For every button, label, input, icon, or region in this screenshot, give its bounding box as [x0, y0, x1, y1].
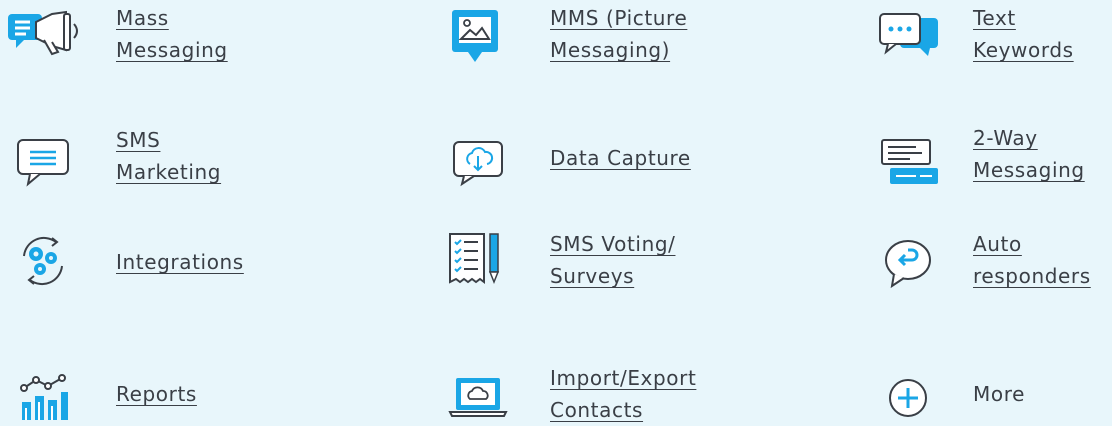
- chat-bubbles-icon: [879, 13, 938, 56]
- message-bubble-icon: [17, 139, 69, 187]
- megaphone-icon: [8, 10, 78, 56]
- cloud-download-bubble-icon: [453, 141, 503, 187]
- feature-label: MMS (Picture Messaging): [550, 6, 688, 62]
- picture-message-icon: [452, 10, 498, 62]
- feature-reports[interactable]: Reports: [0, 360, 280, 420]
- feature-import-export[interactable]: Import/Export Contacts: [430, 360, 750, 422]
- feature-sms-marketing[interactable]: SMS Marketing: [0, 120, 280, 200]
- feature-label: More: [973, 382, 1025, 406]
- feature-label: Text Keywords: [973, 6, 1074, 62]
- feature-auto-responders[interactable]: Auto responders: [860, 226, 1112, 306]
- bar-chart-icon: [20, 374, 68, 420]
- feature-integrations[interactable]: Integrations: [0, 226, 280, 306]
- feature-label: SMS Voting/ Surveys: [550, 232, 676, 288]
- feature-data-capture[interactable]: Data Capture: [430, 120, 750, 200]
- features-grid: Mass Messaging MMS (Picture Messaging) T…: [0, 0, 1112, 422]
- reply-bubble-icon: [885, 240, 931, 289]
- feature-label: SMS Marketing: [116, 128, 222, 184]
- feature-label: Auto responders: [973, 232, 1091, 288]
- feature-mass-messaging[interactable]: Mass Messaging: [0, 0, 280, 80]
- feature-label: Reports: [116, 382, 197, 406]
- feature-label: Data Capture: [550, 146, 691, 170]
- feature-label: Mass Messaging: [116, 6, 228, 62]
- feature-more[interactable]: More: [860, 360, 1112, 420]
- feature-mms[interactable]: MMS (Picture Messaging): [430, 0, 750, 80]
- laptop-cloud-icon: [448, 378, 508, 417]
- feature-two-way-messaging[interactable]: 2-Way Messaging: [860, 120, 1112, 200]
- plus-circle-icon: [889, 379, 927, 417]
- two-way-messages-icon: [881, 139, 938, 184]
- feature-sms-voting[interactable]: SMS Voting/ Surveys: [430, 226, 750, 306]
- gears-sync-icon: [23, 236, 63, 286]
- feature-label: 2-Way Messaging: [973, 126, 1085, 182]
- feature-label: Integrations: [116, 250, 244, 274]
- feature-label: Import/Export Contacts: [550, 366, 697, 422]
- checklist-pencil-icon: [449, 233, 500, 285]
- feature-text-keywords[interactable]: Text Keywords: [860, 0, 1112, 80]
